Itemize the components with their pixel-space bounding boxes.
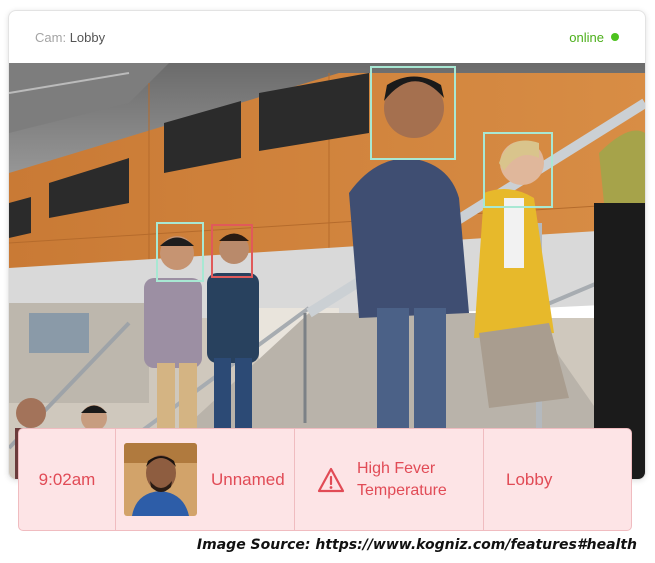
alert-banner[interactable]: 9:02am Unnamed High Fever Temperature Lo… [18, 428, 632, 531]
alert-type-cell: High Fever Temperature [295, 429, 484, 530]
camera-name: Lobby [69, 29, 106, 45]
alert-line-2: Temperature [357, 481, 447, 499]
alert-line-1: High Fever [357, 459, 436, 477]
person-name: Unnamed [211, 469, 285, 489]
camera-card: Cam: Lobby online [8, 10, 646, 480]
alert-time-cell: 9:02am [19, 429, 116, 530]
alert-location: Lobby [506, 469, 553, 489]
warning-triangle-icon [317, 467, 345, 492]
status-indicator: online [569, 30, 619, 45]
alert-person-cell: Unnamed [116, 429, 295, 530]
alert-description: High Fever Temperature [357, 458, 447, 502]
image-source-caption: Image Source: https://www.kogniz.com/fea… [196, 537, 637, 553]
camera-prefix: Cam: [35, 29, 67, 45]
camera-header: Cam: Lobby online [9, 11, 645, 63]
status-dot-icon [611, 33, 619, 41]
camera-label: Cam: Lobby [35, 30, 105, 45]
status-text: online [569, 29, 604, 45]
alert-time: 9:02am [38, 469, 96, 489]
person-thumbnail[interactable] [124, 443, 197, 516]
camera-feed[interactable] [9, 63, 645, 479]
alert-location-cell: Lobby [484, 429, 631, 530]
